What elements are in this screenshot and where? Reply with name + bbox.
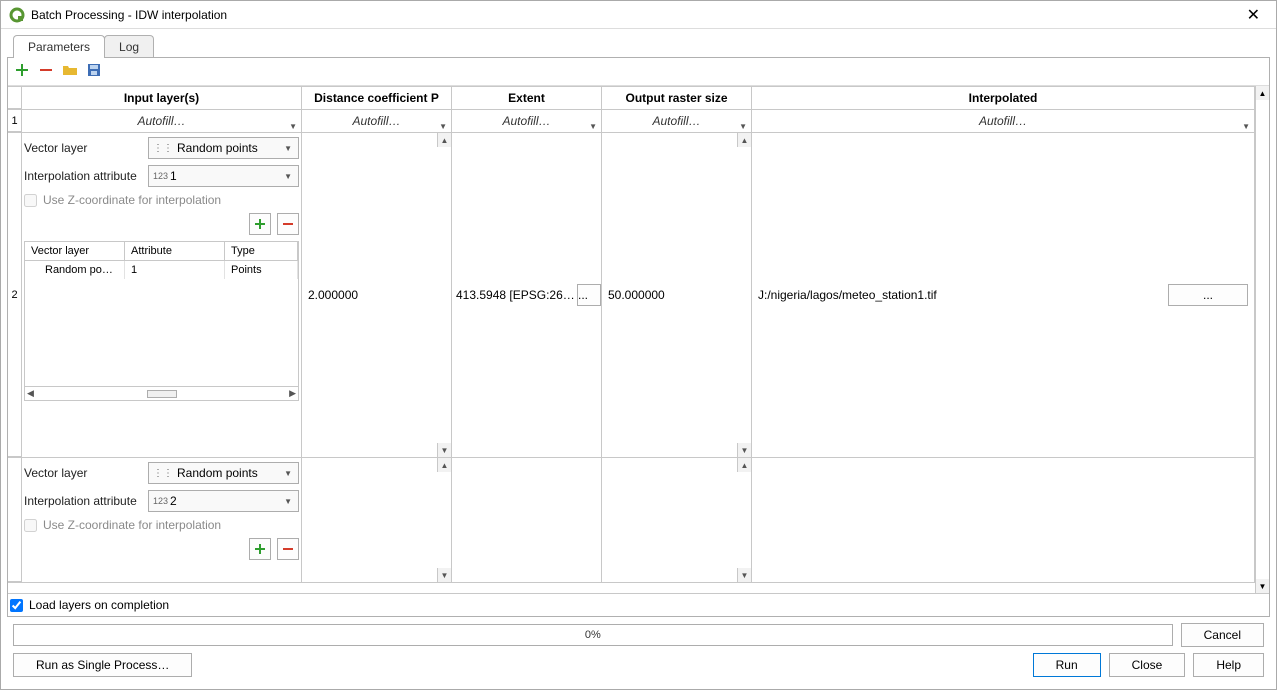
cancel-button[interactable]: Cancel [1181, 623, 1264, 647]
progress-bar: 0% [13, 624, 1173, 646]
open-icon[interactable] [62, 62, 78, 81]
layer-table-col-attribute[interactable]: Attribute [125, 242, 225, 260]
window-title: Batch Processing - IDW interpolation [31, 8, 227, 22]
output-size-cell[interactable]: 50.000000 ▲▼ [602, 133, 752, 457]
layer-table-col-vector[interactable]: Vector layer [25, 242, 125, 260]
row-index-header [8, 87, 22, 109]
col-extent[interactable]: Extent [452, 87, 602, 109]
use-z-label: Use Z-coordinate for interpolation [43, 193, 221, 207]
output-size-spinner[interactable]: ▲▼ [737, 133, 751, 457]
layer-table-hscroll[interactable]: ◀▶ [25, 386, 298, 400]
autofill-output-size[interactable]: Autofill…▼ [602, 110, 752, 132]
distance-spinner[interactable]: ▲▼ [437, 133, 451, 457]
vector-layer-select-2[interactable]: ⋮⋮ Random points▼ [148, 462, 299, 484]
interpolated-browse-button[interactable]: ... [1168, 284, 1248, 306]
row-index-2: 2 [8, 133, 22, 457]
tab-strip: Parameters Log [13, 35, 1270, 58]
col-interpolated[interactable]: Interpolated [752, 87, 1255, 109]
col-distance-coeff[interactable]: Distance coefficient P [302, 87, 452, 109]
layer-table: Vector layer Attribute Type Random po… 1… [24, 241, 299, 401]
add-layer-button-2[interactable] [249, 538, 271, 560]
run-single-process-button[interactable]: Run as Single Process… [13, 653, 192, 677]
points-icon: ⋮⋮ [153, 468, 173, 479]
layer-table-col-type[interactable]: Type [225, 242, 298, 260]
toolbar [8, 58, 1269, 85]
interp-attr-select[interactable]: 123 1▼ [148, 165, 299, 187]
load-layers-label: Load layers on completion [29, 598, 169, 612]
load-layers-checkbox[interactable] [10, 599, 23, 612]
autofill-distance[interactable]: Autofill…▼ [302, 110, 452, 132]
add-layer-button[interactable] [249, 213, 271, 235]
distance-cell[interactable]: 2.000000 ▲▼ [302, 133, 452, 457]
autofill-extent[interactable]: Autofill…▼ [452, 110, 602, 132]
col-input-layers[interactable]: Input layer(s) [22, 87, 302, 109]
close-button[interactable]: Close [1109, 653, 1186, 677]
interpolated-cell[interactable]: J:/nigeria/lagos/meteo_station1.tif ... [752, 133, 1255, 457]
vector-layer-label: Vector layer [24, 141, 142, 155]
row-index-3 [8, 458, 22, 582]
use-z-checkbox-2 [24, 519, 37, 532]
save-icon[interactable] [86, 62, 102, 81]
use-z-checkbox [24, 194, 37, 207]
col-output-size[interactable]: Output raster size [602, 87, 752, 109]
row-index-1: 1 [8, 110, 22, 132]
interp-attr-label: Interpolation attribute [24, 169, 142, 183]
table-row[interactable]: Random po… 1 Points [25, 261, 298, 279]
output-size-cell-2[interactable]: ▲▼ [602, 458, 752, 582]
points-icon: ⋮⋮ [153, 143, 173, 154]
titlebar: Batch Processing - IDW interpolation ✕ [1, 1, 1276, 29]
remove-layer-button-2[interactable] [277, 538, 299, 560]
autofill-input-layers[interactable]: Autofill…▼ [22, 110, 302, 132]
add-row-icon[interactable] [14, 62, 30, 81]
qgis-logo-icon [9, 7, 25, 23]
tab-parameters[interactable]: Parameters [13, 35, 105, 58]
distance-cell-2[interactable]: ▲▼ [302, 458, 452, 582]
autofill-interpolated[interactable]: Autofill…▼ [752, 110, 1255, 132]
input-layer-panel-1: Vector layer ⋮⋮ Random points▼ Interpola… [22, 133, 301, 457]
extent-cell[interactable]: 413.5948 [EPSG:26391] ... [452, 133, 602, 457]
extent-cell-2[interactable] [452, 458, 602, 582]
interpolated-cell-2[interactable] [752, 458, 1255, 582]
grid-vscroll[interactable]: ▲▼ [1255, 86, 1269, 593]
extent-browse-button[interactable]: ... [577, 284, 601, 306]
close-icon[interactable]: ✕ [1239, 5, 1268, 25]
remove-row-icon[interactable] [38, 62, 54, 81]
vector-layer-select[interactable]: ⋮⋮ Random points▼ [148, 137, 299, 159]
input-layer-panel-2: Vector layer ⋮⋮ Random points▼ Interpola… [22, 458, 301, 582]
interp-attr-select-2[interactable]: 123 2▼ [148, 490, 299, 512]
help-button[interactable]: Help [1193, 653, 1264, 677]
run-button[interactable]: Run [1033, 653, 1101, 677]
remove-layer-button[interactable] [277, 213, 299, 235]
tab-log[interactable]: Log [104, 35, 154, 58]
